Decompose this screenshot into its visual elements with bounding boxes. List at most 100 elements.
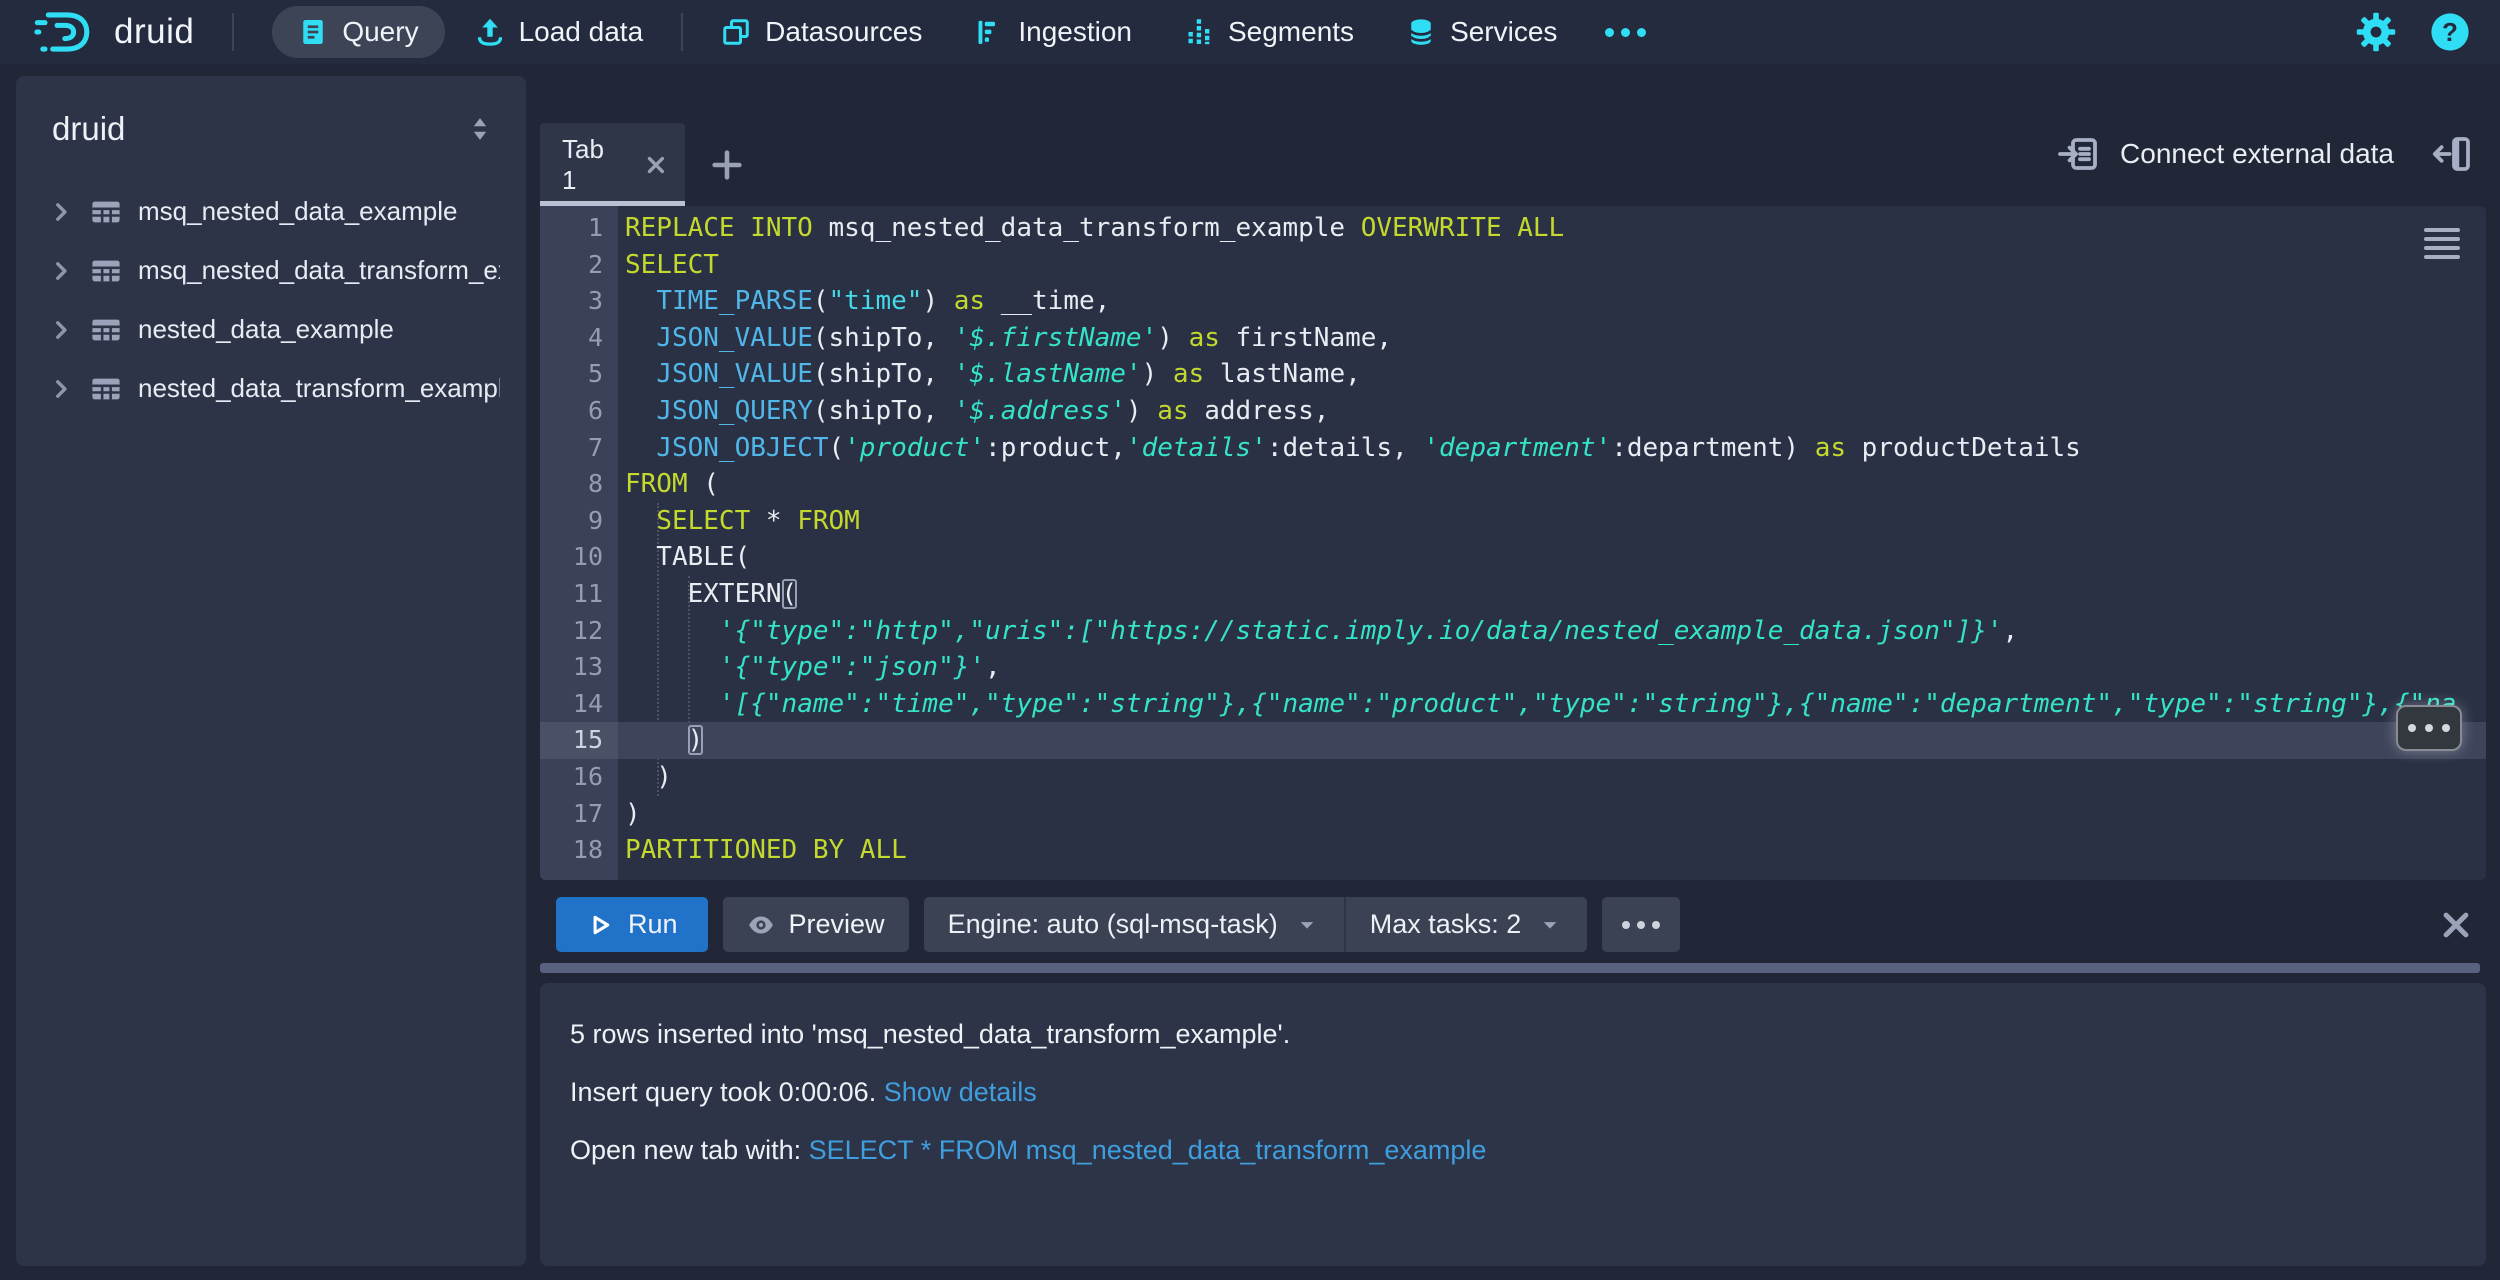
code-line-13[interactable]: 13 '{"type":"json"}',: [540, 649, 2486, 686]
tab-tab1[interactable]: Tab 1: [540, 123, 685, 206]
sql-editor[interactable]: 1 REPLACE INTO msq_nested_data_transform_…: [540, 206, 2486, 880]
ingestion-icon: [978, 20, 996, 44]
code-line-12[interactable]: 12 '{"type":"http","uris":["https://stat…: [540, 613, 2486, 650]
table-row[interactable]: nested_data_transform_exampl: [42, 359, 500, 418]
caret-down-icon: [1300, 921, 1313, 929]
results-panel: 5 rows inserted into 'msq_nested_data_tr…: [540, 983, 2486, 1266]
code-line-17[interactable]: 17): [540, 796, 2486, 833]
run-bar: Run Preview Engine: auto (sql-msq-task) …: [556, 897, 2486, 952]
query-duration-text: Insert query took 0:00:06.: [570, 1077, 884, 1107]
table-icon: [92, 378, 120, 399]
code-line-11[interactable]: 11 EXTERN(: [540, 576, 2486, 613]
table-name: nested_data_example: [138, 314, 394, 344]
svg-text:?: ?: [2442, 17, 2458, 47]
code-line-9[interactable]: 9 SELECT * FROM: [540, 503, 2486, 540]
line-number: 6: [587, 395, 603, 425]
editor-menu-icon[interactable]: [2424, 228, 2460, 264]
table-icon: [92, 319, 120, 340]
sidebar-header: druid: [42, 104, 500, 154]
table-name: nested_data_transform_exampl: [138, 373, 500, 403]
preview-label: Preview: [788, 909, 885, 939]
code-line-5[interactable]: 5 JSON_VALUE(shipTo, '$.lastName') as la…: [540, 356, 2486, 393]
table-row[interactable]: nested_data_example: [42, 300, 500, 359]
schema-title: druid: [52, 110, 126, 147]
chevron-right-icon[interactable]: [48, 199, 74, 225]
nav-label-load-data: Load data: [518, 16, 644, 47]
nav-item-query[interactable]: Query: [272, 6, 445, 58]
line-number: 16: [572, 761, 603, 791]
engine-label: Engine: auto (sql-msq-task): [947, 909, 1278, 939]
datasources-icon: [723, 19, 749, 45]
nav-item-datasources[interactable]: Datasources: [721, 16, 922, 48]
line-number: 10: [572, 542, 603, 572]
code-line-16[interactable]: 16 ): [540, 759, 2486, 796]
line-number: 9: [587, 505, 603, 535]
line-number: 1: [587, 213, 603, 242]
table-name: msq_nested_data_transform_ex: [138, 255, 500, 285]
editor-overflow-button[interactable]: [2396, 705, 2462, 751]
line-number: 15: [540, 722, 618, 759]
segments-icon: [1188, 19, 1210, 45]
open-panel-icon[interactable]: [2432, 134, 2472, 174]
code-line-3[interactable]: 3 TIME_PARSE("time") as __time,: [540, 283, 2486, 320]
tab-label: Tab 1: [562, 133, 604, 195]
druid-logo-icon[interactable]: [34, 10, 100, 54]
add-tab-icon[interactable]: [708, 146, 746, 184]
line-number: 14: [572, 688, 603, 718]
table-name: msq_nested_data_example: [138, 196, 458, 226]
run-button[interactable]: Run: [556, 897, 708, 952]
nav-item-ingestion[interactable]: Ingestion: [974, 16, 1132, 48]
run-more-button[interactable]: [1602, 897, 1681, 952]
engine-select[interactable]: Engine: auto (sql-msq-task): [924, 897, 1344, 952]
code-line-15[interactable]: 15 ): [540, 722, 2486, 759]
chevron-right-icon[interactable]: [48, 376, 74, 402]
play-icon: [593, 915, 610, 934]
table-row[interactable]: msq_nested_data_example: [42, 182, 500, 241]
code-line-14[interactable]: 14 '[{"name":"time","type":"string"},{"n…: [540, 686, 2486, 723]
line-number: 17: [572, 798, 603, 828]
nav-label-query: Query: [342, 16, 419, 47]
navbar-divider: [232, 13, 235, 51]
code-line-18[interactable]: 18 PARTITIONED BY ALL: [540, 832, 2486, 869]
nav-label-services: Services: [1450, 16, 1558, 47]
settings-gear-icon[interactable]: [2356, 12, 2396, 52]
line-number: 18: [572, 835, 603, 865]
tab-bar: Tab 1 Connect external data: [540, 76, 2486, 206]
druid-wordmark: druid: [114, 12, 195, 51]
double-caret-vertical-icon[interactable]: [466, 115, 494, 143]
chevron-right-icon[interactable]: [48, 258, 74, 284]
code-line-7[interactable]: 7 JSON_OBJECT('product':product,'details…: [540, 430, 2486, 467]
code-line-2[interactable]: 2 SELECT: [540, 247, 2486, 284]
table-icon: [92, 260, 120, 281]
open-query-link[interactable]: SELECT * FROM msq_nested_data_transform_…: [809, 1135, 1487, 1165]
code-line-1[interactable]: 1 REPLACE INTO msq_nested_data_transform_…: [540, 210, 2486, 247]
line-number: 7: [587, 432, 603, 462]
query-duration-line: Insert query took 0:00:06. Show details: [570, 1077, 2456, 1108]
run-label: Run: [628, 909, 678, 939]
help-icon[interactable]: ?: [2430, 12, 2470, 52]
table-icon: [92, 201, 120, 222]
max-tasks-select[interactable]: Max tasks: 2: [1343, 897, 1588, 952]
nav-item-segments[interactable]: Segments: [1184, 16, 1354, 48]
nav-item-services[interactable]: Services: [1406, 16, 1557, 48]
open-new-tab-line: Open new tab with: SELECT * FROM msq_nes…: [570, 1135, 2456, 1166]
show-details-link[interactable]: Show details: [884, 1077, 1037, 1107]
connect-external-data-icon: [2058, 138, 2097, 170]
code-line-8[interactable]: 8 FROM (: [540, 466, 2486, 503]
nav-item-load-data[interactable]: Load data: [475, 16, 644, 48]
services-icon: [1409, 19, 1433, 45]
table-row[interactable]: msq_nested_data_transform_ex: [42, 241, 500, 300]
code-line-6[interactable]: 6 JSON_QUERY(shipTo, '$.address') as add…: [540, 393, 2486, 430]
code-line-10[interactable]: 10 TABLE(: [540, 539, 2486, 576]
query-workbench: Tab 1 Connect external data 1 REPLACE IN…: [540, 76, 2486, 1266]
preview-button[interactable]: Preview: [722, 897, 909, 952]
tab-close-icon[interactable]: [643, 152, 669, 178]
nav-more-icon[interactable]: [1605, 27, 1647, 37]
code-area[interactable]: 1 REPLACE INTO msq_nested_data_transform_…: [540, 210, 2486, 869]
connect-external-data-button[interactable]: Connect external data: [2058, 134, 2394, 174]
splitter-handle[interactable]: [540, 963, 2480, 973]
rows-inserted-message: 5 rows inserted into 'msq_nested_data_tr…: [570, 1019, 1291, 1049]
close-results-icon[interactable]: [2438, 907, 2474, 943]
chevron-right-icon[interactable]: [48, 317, 74, 343]
code-line-4[interactable]: 4 JSON_VALUE(shipTo, '$.firstName') as f…: [540, 320, 2486, 357]
